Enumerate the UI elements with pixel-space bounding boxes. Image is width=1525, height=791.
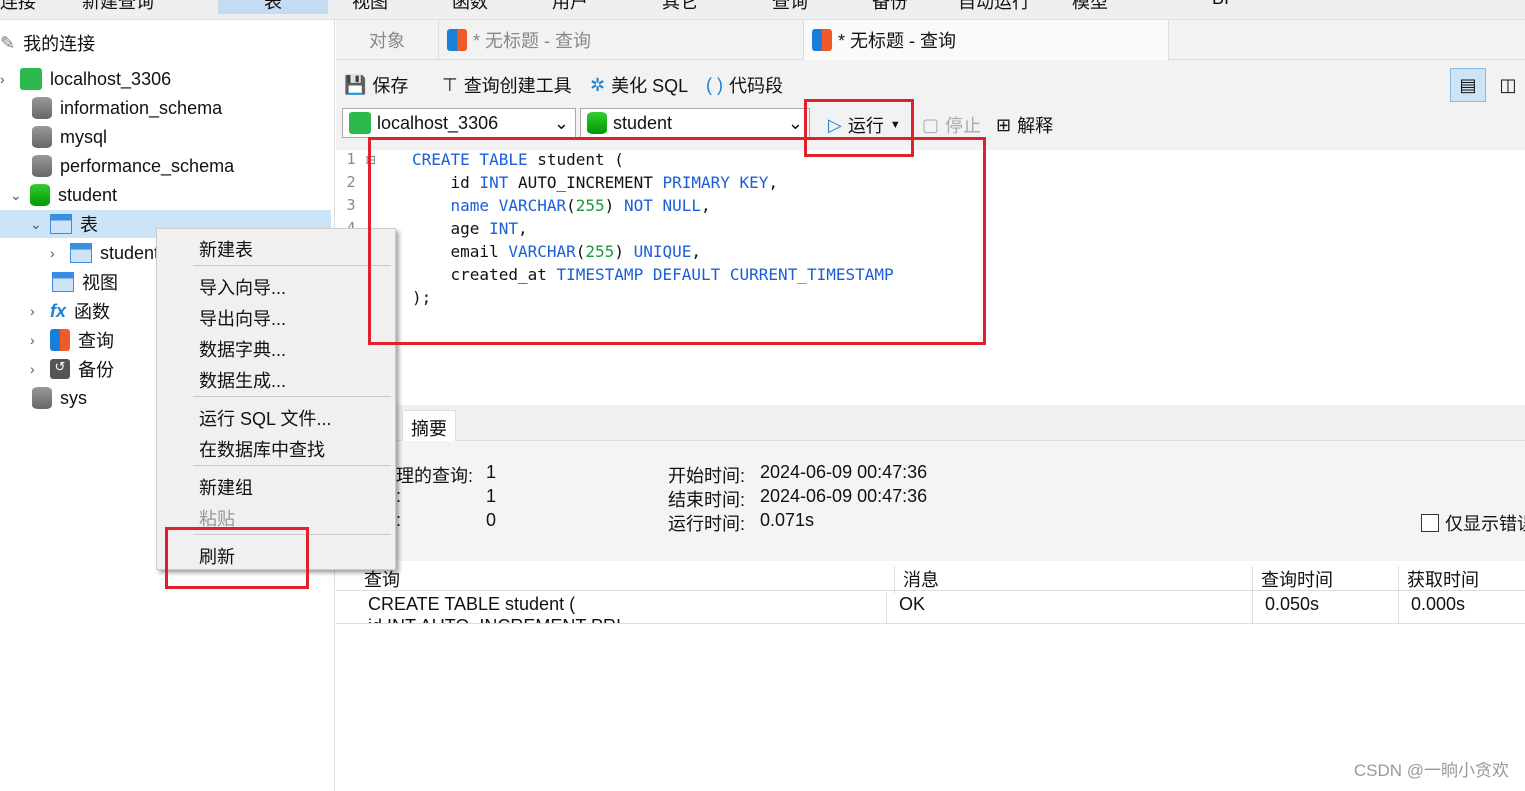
checkbox-icon bbox=[1421, 514, 1439, 532]
save-button[interactable]: 💾 保存 bbox=[344, 72, 408, 98]
menu-item[interactable]: BI bbox=[1212, 0, 1229, 9]
menu-item[interactable]: 用户 bbox=[552, 0, 588, 14]
menu-item[interactable]: 自动运行 bbox=[958, 0, 1030, 14]
tree-backups[interactable]: › ↺ 备份 bbox=[30, 355, 114, 383]
line-number: 2 bbox=[346, 173, 356, 191]
menu-item[interactable]: 视图 bbox=[352, 0, 388, 14]
menu-import-wizard[interactable]: 导入向导... bbox=[199, 274, 286, 300]
menu-item[interactable]: 新建查询 bbox=[82, 0, 154, 14]
tree-db-performance-schema[interactable]: performance_schema bbox=[32, 152, 234, 180]
database-icon bbox=[32, 155, 52, 177]
tab-objects[interactable]: 对象 bbox=[336, 20, 439, 60]
query-icon bbox=[812, 29, 832, 51]
main-menu: 连接 新建查询 表 视图 函数 用户 其它 查询 备份 自动运行 模型 BI bbox=[0, 0, 1525, 20]
split-vertical-icon: ◫ bbox=[1499, 74, 1517, 95]
menu-data-generation[interactable]: 数据生成... bbox=[199, 367, 286, 393]
explain-button[interactable]: ⊞ 解释 bbox=[996, 112, 1053, 138]
tab-summary[interactable]: 摘要 bbox=[402, 410, 456, 442]
chevron-down-icon: ⌄ bbox=[553, 112, 569, 133]
chevron-down-icon: ⌄ bbox=[787, 112, 803, 133]
watermark: CSDN @一晌小贪欢 bbox=[1353, 761, 1509, 780]
line-number: 1 bbox=[346, 150, 356, 168]
query-icon bbox=[447, 29, 467, 51]
menu-item[interactable]: 连接 bbox=[0, 0, 36, 14]
grid-header: 查询 消息 查询时间 获取时间 bbox=[336, 563, 1525, 594]
mysql-connection-icon bbox=[349, 112, 371, 134]
tree-table-student[interactable]: › student bbox=[50, 239, 159, 267]
magic-wand-icon: ✲ bbox=[590, 74, 606, 95]
database-icon bbox=[32, 126, 52, 148]
explain-icon: ⊞ bbox=[996, 114, 1012, 135]
function-icon: fx bbox=[50, 300, 67, 321]
save-icon: 💾 bbox=[344, 74, 367, 95]
tree-db-student[interactable]: ⌄ student bbox=[10, 181, 117, 209]
connection-icon: ✎ bbox=[0, 32, 16, 53]
snippet-button[interactable]: ( ) 代码段 bbox=[706, 72, 783, 98]
menu-data-dictionary[interactable]: 数据字典... bbox=[199, 336, 286, 362]
table-icon bbox=[70, 243, 92, 263]
query-builder-button[interactable]: ⊤ 查询创建工具 bbox=[442, 72, 572, 98]
database-icon bbox=[32, 97, 52, 119]
tree-functions[interactable]: › fx 函数 bbox=[30, 297, 110, 325]
stop-icon: ▢ bbox=[922, 114, 940, 135]
tab-bar: 对象 * 无标题 - 查询 * 无标题 - 查询 bbox=[336, 20, 1525, 60]
database-icon bbox=[32, 387, 52, 409]
menu-find-in-database[interactable]: 在数据库中查找 bbox=[199, 436, 325, 462]
context-menu: 新建表 导入向导... 导出向导... 数据字典... 数据生成... 运行 S… bbox=[156, 228, 396, 570]
tab-query-1[interactable]: * 无标题 - 查询 bbox=[439, 20, 804, 60]
menu-item[interactable]: 表 bbox=[218, 0, 328, 14]
tree-db-mysql[interactable]: mysql bbox=[32, 123, 107, 151]
database-select[interactable]: student ⌄ bbox=[580, 108, 810, 138]
snippet-icon: ( ) bbox=[706, 74, 723, 95]
summary-pane: 理的查询: 1 :1 :0 开始时间: 2024-06-09 00:47:36 结束… bbox=[336, 441, 1525, 561]
tree-db-information-schema[interactable]: information_schema bbox=[32, 94, 222, 122]
database-icon bbox=[587, 112, 607, 134]
menu-item[interactable]: 其它 bbox=[662, 0, 698, 14]
beautify-sql-button[interactable]: ✲ 美化 SQL bbox=[590, 72, 688, 98]
backup-icon: ↺ bbox=[50, 359, 70, 379]
menu-item[interactable]: 函数 bbox=[452, 0, 488, 14]
tree-views[interactable]: 视图 bbox=[52, 268, 118, 296]
layout-vertical-button[interactable]: ◫ bbox=[1490, 68, 1525, 102]
table-row[interactable]: CREATE TABLE student ( id INT AUTO_INCRE… bbox=[336, 592, 1525, 624]
stop-button[interactable]: ▢ 停止 bbox=[922, 112, 981, 138]
line-number: 3 bbox=[346, 196, 356, 214]
tree-root[interactable]: ✎ 我的连接 bbox=[0, 29, 95, 57]
menu-item[interactable]: 模型 bbox=[1072, 0, 1108, 14]
menu-export-wizard[interactable]: 导出向导... bbox=[199, 305, 286, 331]
highlight-refresh bbox=[165, 527, 309, 589]
builder-icon: ⊤ bbox=[442, 74, 458, 95]
split-horizontal-icon: ▤ bbox=[1459, 74, 1477, 95]
highlight-sql bbox=[368, 137, 986, 345]
menu-run-sql-file[interactable]: 运行 SQL 文件... bbox=[199, 405, 331, 431]
menu-item[interactable]: 查询 bbox=[772, 0, 808, 14]
connection-select[interactable]: localhost_3306 ⌄ bbox=[342, 108, 576, 138]
database-icon bbox=[30, 184, 50, 206]
result-panel: 摘要 理的查询: 1 :1 :0 开始时间: 2024-06-09 00:47:36… bbox=[336, 405, 1525, 791]
query-icon bbox=[50, 329, 70, 351]
menu-new-group[interactable]: 新建组 bbox=[199, 474, 253, 500]
menu-item[interactable]: 备份 bbox=[872, 0, 908, 14]
tree-db-sys[interactable]: sys bbox=[32, 384, 87, 412]
mysql-connection-icon bbox=[20, 68, 42, 90]
tree-connection[interactable]: › localhost_3306 bbox=[0, 65, 171, 93]
view-icon bbox=[52, 272, 74, 292]
menu-new-table[interactable]: 新建表 bbox=[199, 236, 253, 262]
layout-horizontal-button[interactable]: ▤ bbox=[1450, 68, 1486, 102]
table-icon bbox=[50, 214, 72, 234]
errors-only-checkbox[interactable]: 仅显示错误 bbox=[1421, 510, 1525, 536]
tab-query-2[interactable]: * 无标题 - 查询 bbox=[804, 20, 1169, 60]
tree-queries[interactable]: › 查询 bbox=[30, 326, 114, 354]
